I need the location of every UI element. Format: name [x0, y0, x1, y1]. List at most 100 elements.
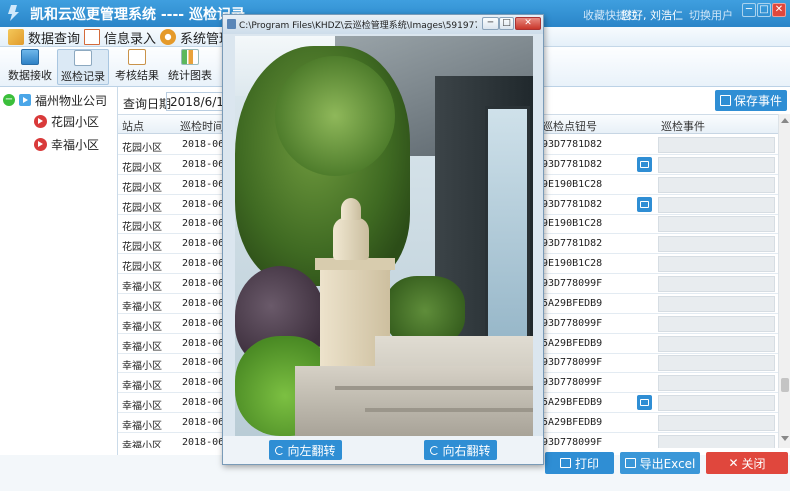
event-input[interactable] — [658, 295, 775, 312]
cell-code: 93D778099F — [542, 377, 603, 389]
close-x-icon: ✕ — [728, 456, 739, 470]
column-header-site[interactable]: 站点 — [122, 118, 144, 134]
cell-site: 幸福小区 — [122, 440, 162, 448]
scroll-down-arrow-icon[interactable] — [781, 436, 789, 441]
close-window-button[interactable]: ✕ — [772, 3, 786, 17]
cell-code: 93D778099F — [542, 277, 603, 289]
cell-code: 9E190B1C28 — [542, 258, 603, 270]
cell-site: 幸福小区 — [122, 401, 162, 413]
info-entry-icon — [84, 29, 100, 45]
cell-site: 花园小区 — [122, 182, 162, 194]
cell-code: 9E190B1C28 — [542, 178, 603, 190]
close-label: 关闭 — [741, 456, 766, 471]
cell-site: 幸福小区 — [122, 341, 162, 353]
tool-patrol-record-label: 巡检记录 — [61, 70, 105, 83]
event-input[interactable] — [658, 315, 775, 332]
cell-code: 93D7781D82 — [542, 238, 603, 250]
tree-item-happiness[interactable]: 幸福小区 — [34, 135, 99, 153]
cell-code: 5A29BFEDB9 — [542, 397, 603, 409]
event-input[interactable] — [658, 335, 775, 352]
cell-code: 93D7781D82 — [542, 198, 603, 210]
cell-code: 5A29BFEDB9 — [542, 416, 603, 428]
popup-maximize-button[interactable]: □ — [499, 17, 514, 30]
monitor-icon — [21, 49, 39, 65]
export-label: 导出Excel — [639, 456, 696, 471]
column-header-code[interactable]: 巡检点钮号 — [542, 118, 597, 134]
rotate-left-icon — [275, 445, 285, 455]
menu-info-entry[interactable]: 信息录入 — [84, 27, 156, 47]
cell-site: 花园小区 — [122, 262, 162, 274]
assessment-icon — [128, 49, 146, 65]
rotate-right-icon — [430, 445, 440, 455]
export-excel-button[interactable]: 导出Excel — [620, 452, 700, 474]
popup-minimize-button[interactable]: ─ — [482, 17, 499, 30]
tree-item-label: 幸福小区 — [51, 137, 100, 152]
save-icon — [719, 95, 731, 106]
cell-site: 幸福小区 — [122, 381, 162, 393]
event-input[interactable] — [658, 196, 775, 213]
print-button[interactable]: 打印 — [545, 452, 614, 474]
cell-site: 花园小区 — [122, 222, 162, 234]
image-viewer-window: C:\Program Files\KHDZ\云巡检管理系统\Images\591… — [222, 14, 544, 465]
event-input[interactable] — [658, 395, 775, 412]
image-viewer-title-bar[interactable]: C:\Program Files\KHDZ\云巡检管理系统\Images\591… — [223, 15, 543, 34]
maximize-button[interactable]: □ — [757, 3, 771, 17]
view-image-icon[interactable] — [637, 395, 652, 411]
rotate-left-label: 向左翻转 — [287, 443, 336, 458]
tool-assessment-label: 考核结果 — [115, 69, 159, 82]
cell-code: 5A29BFEDB9 — [542, 337, 603, 349]
event-input[interactable] — [658, 355, 775, 372]
cell-site: 花园小区 — [122, 143, 162, 154]
inspection-photo — [235, 36, 533, 436]
app-window-icon — [227, 19, 236, 29]
tool-statistics-chart[interactable]: 统计图表 — [164, 49, 216, 85]
table-scrollbar[interactable] — [778, 114, 790, 448]
minimize-button[interactable]: ─ — [742, 3, 756, 17]
scroll-up-arrow-icon[interactable] — [781, 118, 789, 123]
cell-code: 93D778099F — [542, 317, 603, 329]
scrollbar-thumb[interactable] — [781, 378, 789, 392]
rotate-left-button[interactable]: 向左翻转 — [269, 440, 342, 460]
event-input[interactable] — [658, 256, 775, 273]
event-input[interactable] — [658, 216, 775, 233]
event-input[interactable] — [658, 236, 775, 253]
export-icon — [624, 458, 636, 468]
tree-root-label: 福州物业公司 — [35, 93, 108, 108]
cell-code: 93D778099F — [542, 357, 603, 369]
event-input[interactable] — [658, 434, 775, 448]
rotate-right-button[interactable]: 向右翻转 — [424, 440, 497, 460]
cell-code: 9E190B1C28 — [542, 218, 603, 230]
print-icon — [559, 458, 571, 468]
tool-statistics-chart-label: 统计图表 — [168, 69, 212, 82]
tool-data-receive[interactable]: 数据接收 — [4, 49, 56, 85]
play-icon — [34, 137, 47, 151]
rotate-right-label: 向右翻转 — [442, 443, 491, 458]
view-image-icon[interactable] — [637, 196, 652, 212]
data-query-icon — [8, 29, 24, 45]
close-button[interactable]: ✕ 关闭 — [706, 452, 788, 474]
popup-close-button[interactable]: ✕ — [515, 17, 541, 30]
column-header-event[interactable]: 巡检事件 — [661, 118, 705, 134]
tool-patrol-record[interactable]: 巡检记录 — [57, 49, 109, 85]
cell-code: 93D7781D82 — [542, 139, 603, 150]
tree-item-garden[interactable]: 花园小区 — [34, 112, 99, 130]
tool-assessment[interactable]: 考核结果 — [111, 49, 163, 85]
bar-chart-icon — [181, 49, 199, 65]
event-input[interactable] — [658, 137, 775, 153]
view-image-icon[interactable] — [637, 156, 652, 172]
image-viewer-title: C:\Program Files\KHDZ\云巡检管理系统\Images\591… — [239, 21, 477, 31]
event-input[interactable] — [658, 275, 775, 292]
save-event-button[interactable]: 保存事件 — [715, 90, 787, 111]
collapse-icon[interactable]: − — [3, 94, 15, 106]
cell-code: 93D778099F — [542, 436, 603, 448]
tree-root-company[interactable]: − 福州物业公司 — [3, 91, 107, 109]
tree-item-label: 花园小区 — [51, 114, 100, 129]
switch-user-link[interactable]: 切换用户 — [689, 7, 733, 23]
event-input[interactable] — [658, 414, 775, 431]
event-input[interactable] — [658, 375, 775, 392]
event-input[interactable] — [658, 176, 775, 193]
app-title: 凯和云巡更管理系统 ---- 巡检记录 — [30, 7, 245, 23]
event-input[interactable] — [658, 156, 775, 173]
column-header-time[interactable]: 巡检时间 — [180, 118, 224, 134]
menu-data-query[interactable]: 数据查询 — [8, 27, 80, 47]
